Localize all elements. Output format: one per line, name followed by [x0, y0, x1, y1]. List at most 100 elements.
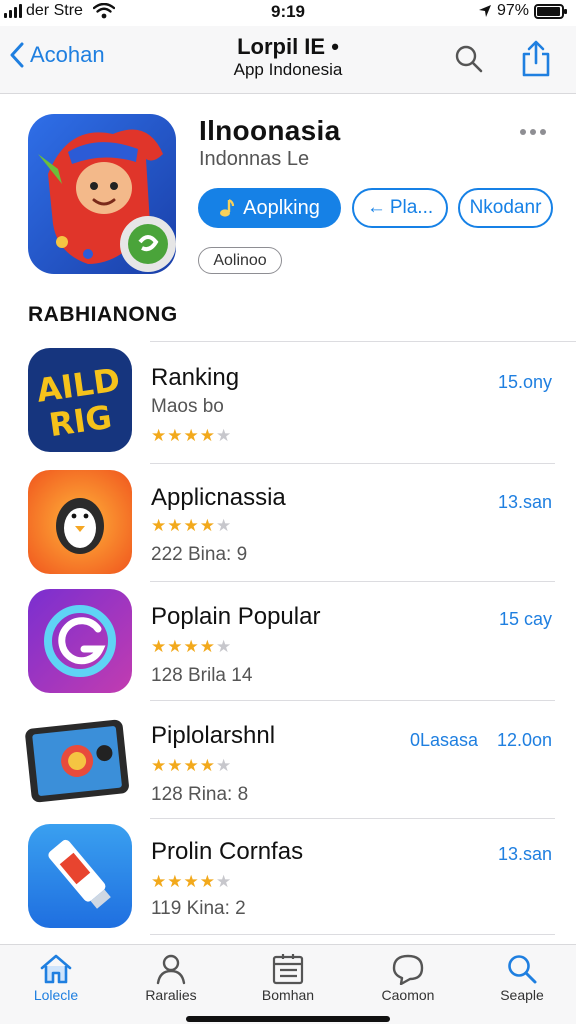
item-subtitle: 222 Bina: 9 — [151, 544, 248, 565]
app-icon[interactable] — [28, 114, 176, 274]
tab-caomon[interactable]: Caomon — [358, 953, 458, 1003]
item-meta: 12.0on — [496, 730, 552, 750]
list-item[interactable]: Applicnassia ★★★★★ 222 Bina: 9 13.san — [0, 466, 576, 584]
divider — [150, 581, 555, 582]
star-empty-icon: ★ — [216, 756, 233, 775]
app-icon — [28, 470, 132, 574]
star-filled-icon: ★ — [151, 756, 168, 775]
star-filled-icon: ★ — [151, 516, 168, 535]
star-rating: ★★★★★ — [151, 872, 232, 892]
star-rating: ★★★★★ — [151, 756, 232, 776]
item-title: Ranking — [151, 364, 240, 391]
page-subtitle: App Indonesia — [233, 60, 343, 79]
item-title: Prolin Cornfas — [151, 838, 304, 865]
get-app-button[interactable]: Aoplking — [198, 188, 341, 228]
divider — [150, 700, 555, 701]
home-indicator[interactable] — [186, 1016, 390, 1022]
app-name: Ilnoonasia — [199, 115, 341, 146]
play-preview-label: Pla... — [389, 197, 434, 218]
tab-label: Raralies — [145, 987, 197, 1003]
star-filled-icon: ★ — [183, 516, 200, 535]
list-item[interactable]: Prolin Cornfas ★★★★★ 119 Kina: 2 13.san — [0, 822, 576, 940]
item-subtitle: 128 Rina: 8 — [151, 784, 249, 805]
item-meta: 13.san — [497, 492, 552, 512]
star-filled-icon: ★ — [151, 426, 168, 445]
share-icon[interactable] — [520, 40, 552, 78]
location-arrow-icon — [478, 5, 491, 17]
item-subtitle: 128 Brila 14 — [151, 665, 253, 686]
star-filled-icon: ★ — [199, 426, 216, 445]
more-options-icon[interactable] — [520, 129, 546, 135]
get-app-button-label: Aoplking — [243, 196, 320, 219]
play-preview-button[interactable]: ← Pla... — [352, 188, 448, 228]
star-filled-icon: ★ — [199, 516, 216, 535]
app-icon: AILD RIG — [28, 348, 132, 452]
item-title: Piplolarshnl — [151, 722, 276, 749]
star-filled-icon: ★ — [183, 637, 200, 656]
star-filled-icon: ★ — [183, 872, 200, 891]
app-developer[interactable]: Indonnas Le — [199, 148, 309, 171]
search-icon[interactable] — [454, 44, 484, 74]
tab-raralies[interactable]: Raralies — [121, 953, 221, 1003]
list-item[interactable]: Poplain Popular ★★★★★ 128 Brila 14 15 ca… — [0, 585, 576, 703]
star-empty-icon: ★ — [216, 637, 233, 656]
item-subtitle: Maos bo — [151, 396, 224, 417]
star-filled-icon: ★ — [167, 872, 184, 891]
home-icon — [40, 954, 72, 984]
item-meta: 15.ony — [497, 372, 552, 392]
star-empty-icon: ★ — [216, 872, 233, 891]
arrow-left-icon: ← — [366, 197, 386, 218]
tab-label: Bomhan — [261, 987, 315, 1003]
tab-label: Lolecle — [33, 987, 79, 1003]
star-empty-icon: ★ — [216, 516, 233, 535]
search-icon — [508, 955, 537, 984]
star-rating: ★★★★★ — [151, 426, 232, 446]
category-tag[interactable]: Aolinoo — [198, 247, 282, 274]
item-meta: 15 cay — [498, 609, 552, 629]
star-rating: ★★★★★ — [151, 516, 232, 536]
star-rating: ★★★★★ — [151, 637, 232, 657]
star-filled-icon: ★ — [167, 426, 184, 445]
music-note-icon — [220, 199, 235, 217]
star-filled-icon: ★ — [151, 637, 168, 656]
page-title: Lorpil IE • — [237, 34, 339, 59]
item-title: Applicnassia — [151, 484, 286, 511]
more-info-label: Nkodanr — [469, 197, 542, 218]
more-info-button[interactable]: Nkodanr — [458, 188, 553, 228]
tab-lolecle[interactable]: Lolecle — [6, 953, 106, 1003]
list-item[interactable]: Piplolarshnl ★★★★★ 128 Rina: 8 0Lasasa 1… — [0, 704, 576, 822]
item-subtitle: 119 Kina: 2 — [151, 898, 246, 919]
app-icon — [28, 824, 132, 928]
list-item[interactable]: AILD RIG Ranking Maos bo ★★★★★ 15.ony — [0, 346, 576, 464]
battery-icon — [534, 3, 567, 19]
divider — [150, 463, 555, 464]
star-filled-icon: ★ — [199, 872, 216, 891]
category-tag-label: Aolinoo — [213, 251, 267, 269]
item-title: Poplain Popular — [151, 603, 321, 630]
tab-seaple[interactable]: Seaple — [472, 953, 572, 1003]
status-bar: der Stre 9:19 97% — [0, 0, 576, 26]
section-title: RABHIANONG — [28, 303, 178, 326]
star-filled-icon: ★ — [199, 637, 216, 656]
app-icon — [28, 589, 132, 693]
tab-bomhan[interactable]: Bomhan — [238, 953, 338, 1003]
star-empty-icon: ★ — [216, 426, 233, 445]
divider — [150, 818, 555, 819]
item-meta: 13.san — [497, 844, 552, 864]
star-filled-icon: ★ — [167, 637, 184, 656]
star-filled-icon: ★ — [167, 516, 184, 535]
tab-label: Caomon — [381, 987, 435, 1003]
star-filled-icon: ★ — [151, 872, 168, 891]
person-icon — [156, 954, 186, 985]
tab-label: Seaple — [500, 987, 544, 1003]
star-filled-icon: ★ — [167, 756, 184, 775]
star-filled-icon: ★ — [183, 756, 200, 775]
list-icon — [272, 954, 304, 985]
divider — [150, 934, 555, 935]
battery-percent: 97% — [496, 2, 529, 19]
star-filled-icon: ★ — [183, 426, 200, 445]
chat-icon — [392, 954, 424, 985]
divider — [150, 341, 576, 342]
star-filled-icon: ★ — [199, 756, 216, 775]
tab-bar: Lolecle Raralies Bomhan Caomon Seaple — [0, 944, 576, 1024]
